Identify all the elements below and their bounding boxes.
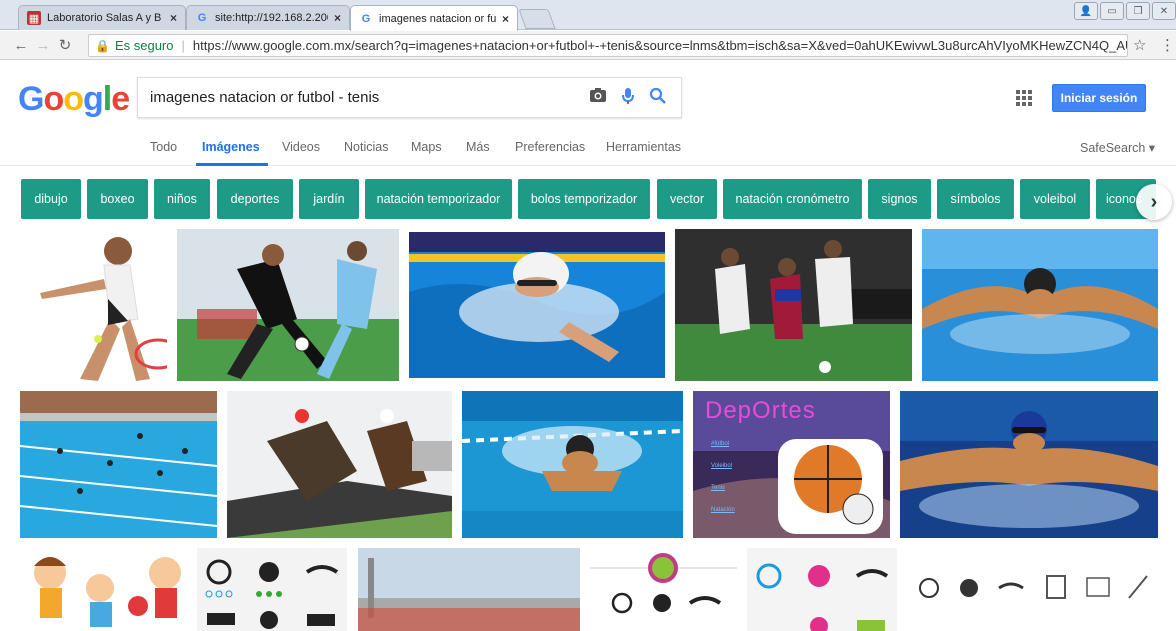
chip-signos[interactable]: signos (868, 179, 931, 219)
tab-noticias[interactable]: Noticias (344, 140, 388, 154)
safesearch-dropdown[interactable]: SafeSearch ▾ (1080, 140, 1155, 155)
address-bar-row: ← → ↻ 🔒 Es seguro | https://www.google.c… (0, 31, 1176, 60)
active-tab-underline (196, 163, 268, 166)
close-tab-icon[interactable]: × (170, 11, 177, 25)
bookmark-star-icon[interactable]: ☆ (1133, 36, 1146, 54)
image-result-sport-icons-2[interactable] (590, 548, 737, 631)
apps-grid-icon[interactable] (1016, 90, 1032, 106)
image-result-sport-icons-1[interactable] (197, 548, 347, 631)
reload-icon[interactable]: ↻ (54, 36, 76, 54)
deportes-poster-links: #fútbol Voleibol Tenis Natación (711, 441, 735, 513)
tab-imagenes[interactable]: Imágenes (202, 140, 260, 154)
image-result-tennis[interactable] (20, 229, 167, 381)
window-controls: 👤 ▭ ❐ ✕ (1074, 2, 1176, 20)
image-result-soccer-1[interactable] (177, 229, 399, 381)
tab-videos[interactable]: Videos (282, 140, 320, 154)
browser-tab-laboratorio[interactable]: ▦ Laboratorio Salas A y B × (18, 5, 186, 30)
image-result-swimming-1[interactable] (409, 232, 665, 378)
search-input[interactable]: imagenes natacion or futbol - tenis (137, 77, 682, 118)
chevron-right-icon[interactable]: › (1136, 184, 1172, 220)
chip-deportes[interactable]: deportes (217, 179, 293, 219)
search-query-text: imagenes natacion or futbol - tenis (150, 89, 380, 106)
new-tab-button[interactable] (518, 9, 556, 29)
browser-tab-strip: ▦ Laboratorio Salas A y B × G site:http:… (0, 0, 1176, 31)
url-text: https://www.google.com.mx/search?q=image… (192, 38, 1128, 53)
image-result-sport-icons-3[interactable] (747, 548, 897, 631)
chip-boxeo[interactable]: boxeo (87, 179, 148, 219)
camera-icon[interactable] (589, 87, 607, 110)
browser-menu-icon[interactable]: ⋮ (1160, 36, 1175, 54)
image-result-kids-cartoon[interactable] (20, 548, 187, 631)
image-result-pool-outdoor[interactable] (20, 391, 217, 538)
deportes-poster-title: DepOrtes (705, 397, 816, 424)
maximize-icon[interactable]: ❐ (1126, 2, 1150, 20)
search-nav-tabs: Todo Imágenes Videos Noticias Maps Más P… (0, 132, 1176, 166)
image-result-soccer-2[interactable] (675, 229, 912, 381)
image-result-deportes-poster[interactable]: DepOrtes #fútbol Voleibol Tenis Natación (693, 391, 890, 538)
chip-bolos-temporizador[interactable]: bolos temporizador (518, 179, 650, 219)
user-icon[interactable]: 👤 (1074, 2, 1098, 20)
google-favicon-icon: G (361, 12, 371, 25)
image-result-swimming-4[interactable] (900, 391, 1158, 538)
image-result-swimming-2[interactable] (922, 229, 1158, 381)
image-result-sport-icons-4[interactable] (907, 548, 1158, 631)
chip-voleibol[interactable]: voleibol (1020, 179, 1090, 219)
google-favicon-icon: G (197, 12, 207, 24)
microphone-icon[interactable] (621, 87, 635, 110)
browser-tab-active[interactable]: G imagenes natacion or futbo × (350, 5, 518, 31)
search-icon[interactable] (649, 87, 667, 110)
image-result-stadium[interactable] (358, 548, 580, 631)
close-window-icon[interactable]: ✕ (1152, 2, 1176, 20)
image-result-swimming-3[interactable] (462, 391, 683, 538)
tab-herramientas[interactable]: Herramientas (606, 140, 681, 154)
lock-icon: 🔒 (95, 38, 110, 53)
chip-ninos[interactable]: niños (154, 179, 210, 219)
tab-preferencias[interactable]: Preferencias (515, 140, 585, 154)
tab-todo[interactable]: Todo (150, 140, 177, 154)
chip-simbolos[interactable]: símbolos (937, 179, 1014, 219)
tab-mas[interactable]: Más (466, 140, 490, 154)
close-tab-icon[interactable]: × (502, 12, 509, 26)
image-result-horse-race[interactable] (227, 391, 452, 538)
site-favicon-icon: ▦ (27, 11, 41, 25)
forward-arrow-icon[interactable]: → (32, 37, 54, 54)
url-field[interactable]: 🔒 Es seguro | https://www.google.com.mx/… (88, 34, 1128, 57)
suggestion-chips: dibujo boxeo niños deportes jardín natac… (0, 179, 1176, 219)
chip-jardin[interactable]: jardín (299, 179, 359, 219)
close-tab-icon[interactable]: × (334, 11, 341, 25)
google-logo[interactable]: Google (18, 80, 130, 119)
secure-label: Es seguro (114, 38, 174, 53)
minimize-icon[interactable]: ▭ (1100, 2, 1124, 20)
chip-dibujo[interactable]: dibujo (21, 179, 81, 219)
chip-vector[interactable]: vector (657, 179, 717, 219)
browser-tab-site-search[interactable]: G site:http://192.168.2.200/ × (186, 5, 350, 30)
signin-button[interactable]: Iniciar sesión (1052, 84, 1146, 112)
tab-maps[interactable]: Maps (411, 140, 442, 154)
chip-natacion-temporizador[interactable]: natación temporizador (365, 179, 512, 219)
back-arrow-icon[interactable]: ← (10, 37, 32, 54)
chip-natacion-cronometro[interactable]: natación cronómetro (723, 179, 862, 219)
